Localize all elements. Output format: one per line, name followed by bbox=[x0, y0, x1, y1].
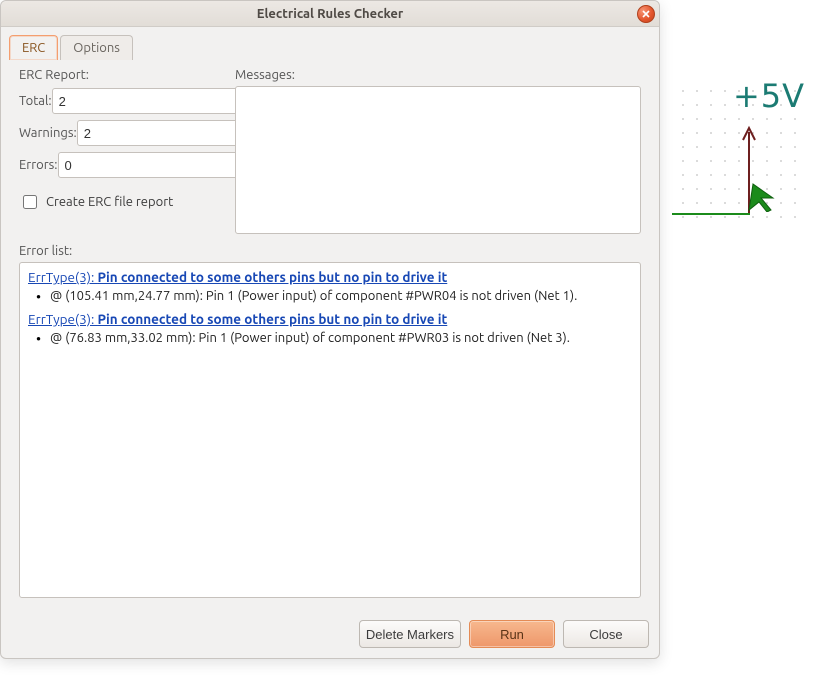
tab-strip: ERC Options bbox=[1, 27, 659, 60]
titlebar: Electrical Rules Checker bbox=[1, 1, 659, 27]
error-list-heading: Error list: bbox=[19, 244, 641, 258]
errors-label: Errors: bbox=[19, 158, 58, 172]
erc-report-group: ERC Report: Total: Warnings: Errors: Cre… bbox=[19, 68, 221, 212]
warnings-label: Warnings: bbox=[19, 126, 77, 140]
error-item: ErrType(3): Pin connected to some others… bbox=[28, 311, 632, 347]
error-link[interactable]: ErrType(3): Pin connected to some others… bbox=[28, 269, 447, 285]
messages-box[interactable] bbox=[235, 86, 641, 234]
create-erc-file-checkbox[interactable] bbox=[23, 195, 37, 209]
create-erc-file-label: Create ERC file report bbox=[46, 195, 173, 209]
window-title: Electrical Rules Checker bbox=[257, 7, 404, 21]
messages-group: Messages: bbox=[235, 68, 641, 234]
cursor-arrow-icon bbox=[747, 178, 781, 215]
schematic-canvas: +5V bbox=[672, 80, 807, 220]
tab-erc[interactable]: ERC bbox=[9, 35, 58, 60]
error-list[interactable]: ErrType(3): Pin connected to some others… bbox=[19, 262, 641, 598]
run-button[interactable]: Run bbox=[469, 620, 555, 648]
dialog-button-row: Delete Markers Run Close bbox=[1, 616, 659, 658]
total-field[interactable] bbox=[52, 88, 242, 114]
error-detail: @ (105.41 mm,24.77 mm): Pin 1 (Power inp… bbox=[50, 288, 632, 305]
error-detail: @ (76.83 mm,33.02 mm): Pin 1 (Power inpu… bbox=[50, 330, 632, 347]
error-link[interactable]: ErrType(3): Pin connected to some others… bbox=[28, 311, 447, 327]
close-button[interactable]: Close bbox=[563, 620, 649, 648]
messages-heading: Messages: bbox=[235, 68, 641, 82]
delete-markers-button[interactable]: Delete Markers bbox=[359, 620, 461, 648]
voltage-label: +5V bbox=[733, 77, 805, 115]
error-item: ErrType(3): Pin connected to some others… bbox=[28, 269, 632, 305]
errors-field[interactable] bbox=[58, 152, 248, 178]
wire-icon bbox=[672, 213, 750, 215]
erc-dialog: Electrical Rules Checker ERC Options ERC… bbox=[0, 0, 660, 659]
erc-report-heading: ERC Report: bbox=[19, 68, 221, 82]
tab-options[interactable]: Options bbox=[60, 35, 133, 60]
close-icon[interactable] bbox=[637, 5, 655, 23]
total-label: Total: bbox=[19, 94, 52, 108]
tab-page-erc: ERC Report: Total: Warnings: Errors: Cre… bbox=[9, 60, 651, 608]
